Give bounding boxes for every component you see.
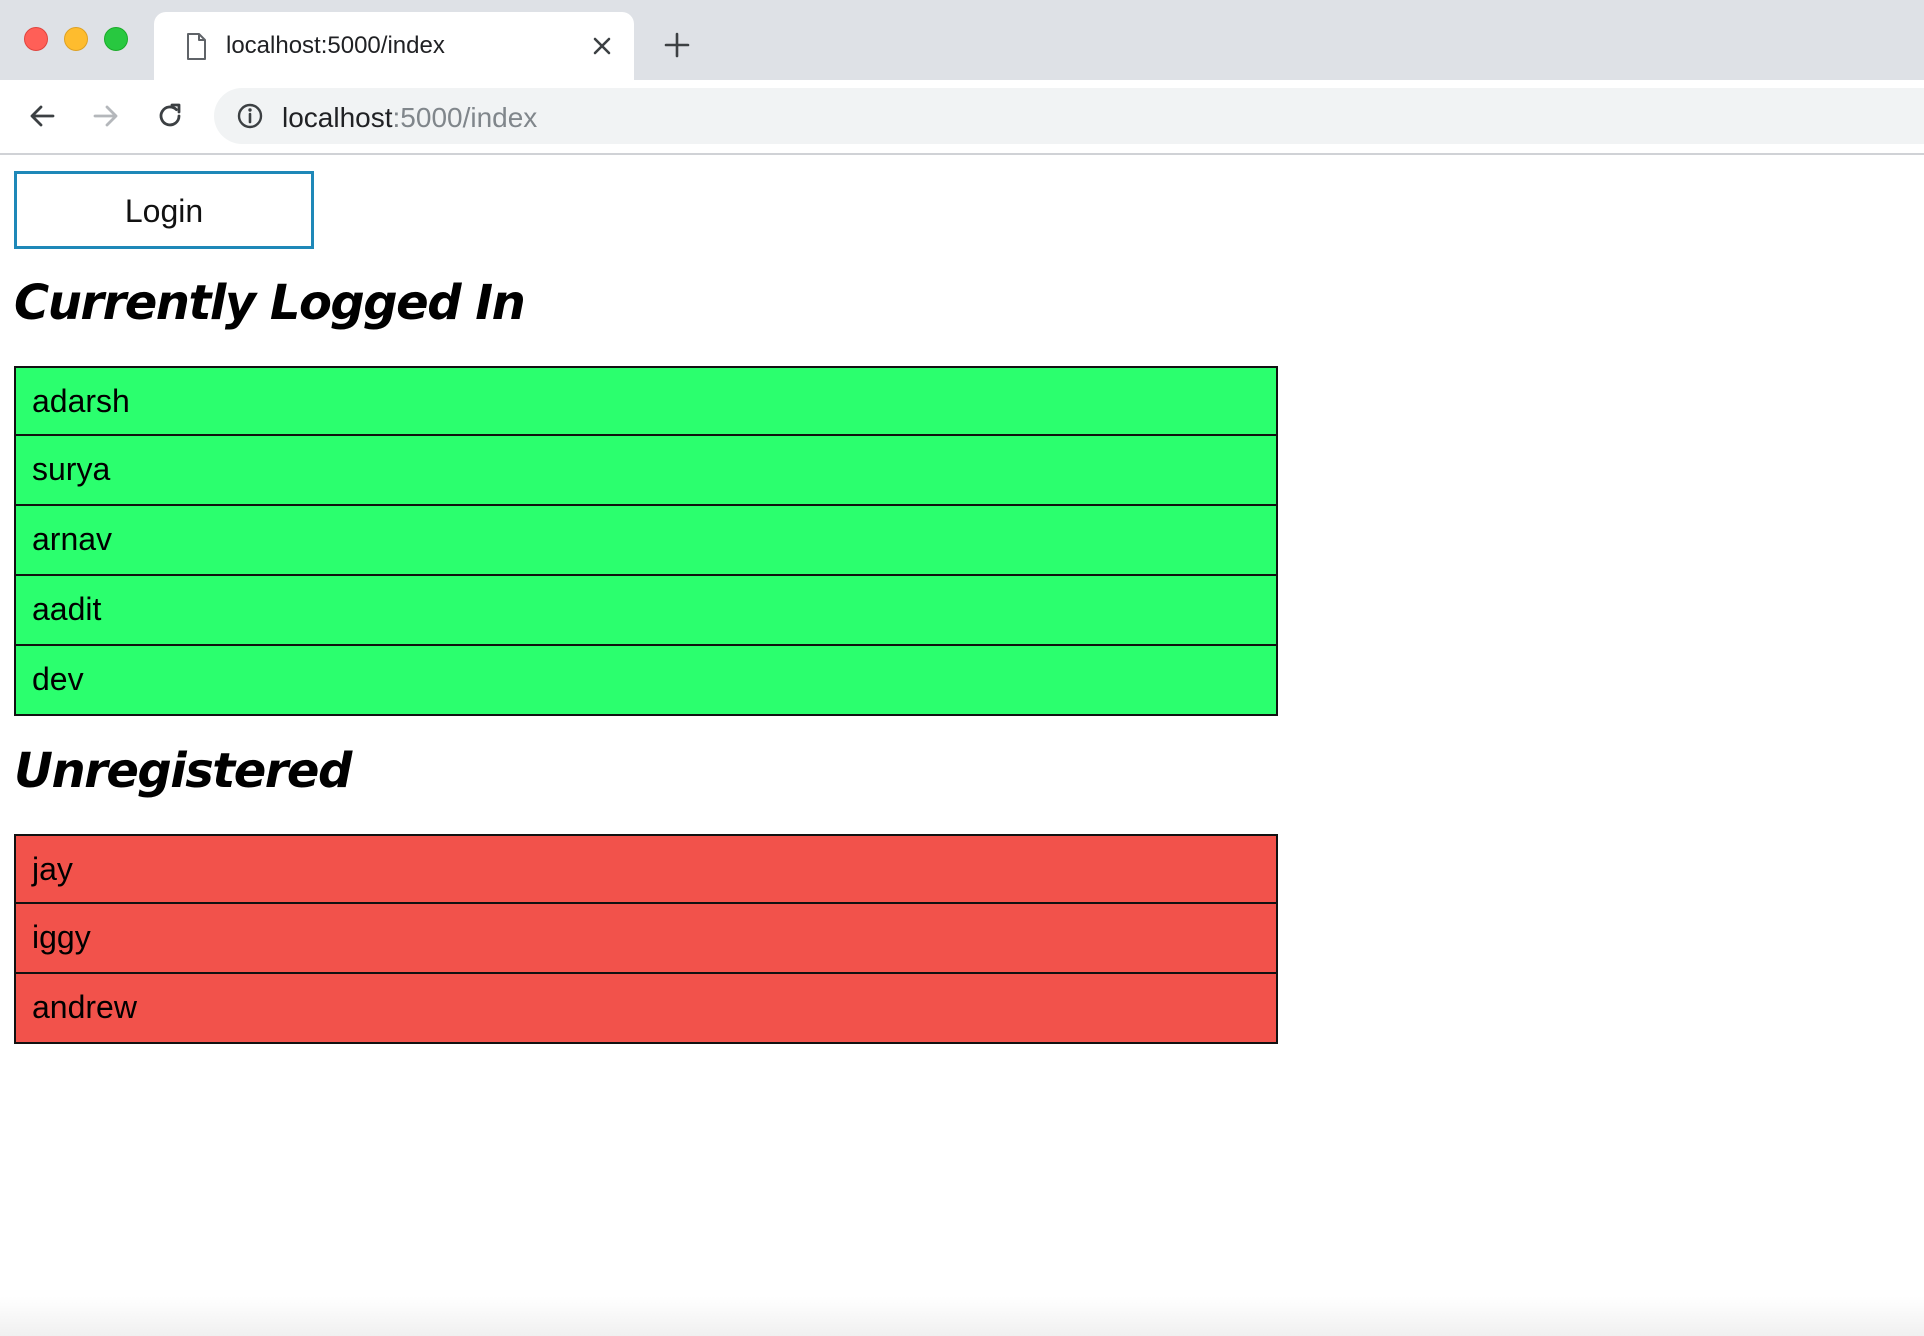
back-arrow-icon[interactable] (26, 100, 58, 132)
page-content: Login Currently Logged In adarsh surya a… (0, 155, 1924, 1336)
logged-in-list: adarsh surya arnav aadit dev (14, 366, 1278, 716)
browser-toolbar: localhost:5000/index (0, 80, 1924, 155)
login-button[interactable]: Login (14, 171, 314, 249)
info-icon[interactable] (236, 102, 264, 130)
unregistered-heading: Unregistered (14, 743, 352, 799)
unregistered-list: jay iggy andrew (14, 834, 1278, 1044)
logged-in-user-row: arnav (14, 506, 1278, 576)
address-bar[interactable]: localhost:5000/index (214, 88, 1924, 144)
window-edge-shadow (0, 1296, 1924, 1336)
maximize-window-button[interactable] (104, 27, 128, 51)
browser-tab[interactable]: localhost:5000/index (154, 12, 634, 80)
close-icon[interactable] (588, 32, 616, 60)
url-path: :5000/index (392, 102, 538, 133)
document-icon (187, 33, 206, 60)
unregistered-user-row: jay (14, 834, 1278, 904)
plus-icon[interactable] (662, 30, 692, 60)
unregistered-user-row: iggy (14, 904, 1278, 974)
tab-strip: localhost:5000/index (0, 0, 1924, 80)
browser-window: localhost:5000/index localhost:5000/inde… (0, 0, 1924, 1336)
logged-in-user-row: aadit (14, 576, 1278, 646)
tab-title: localhost:5000/index (226, 32, 445, 59)
unregistered-user-row: andrew (14, 974, 1278, 1044)
url-text[interactable]: localhost:5000/index (282, 102, 537, 134)
logged-in-user-row: dev (14, 646, 1278, 716)
reload-icon[interactable] (154, 100, 186, 132)
url-host: localhost (282, 102, 393, 133)
minimize-window-button[interactable] (64, 27, 88, 51)
logged-in-heading: Currently Logged In (14, 275, 526, 331)
forward-arrow-icon[interactable] (90, 100, 122, 132)
logged-in-user-row: surya (14, 436, 1278, 506)
close-window-button[interactable] (24, 27, 48, 51)
logged-in-user-row: adarsh (14, 366, 1278, 436)
